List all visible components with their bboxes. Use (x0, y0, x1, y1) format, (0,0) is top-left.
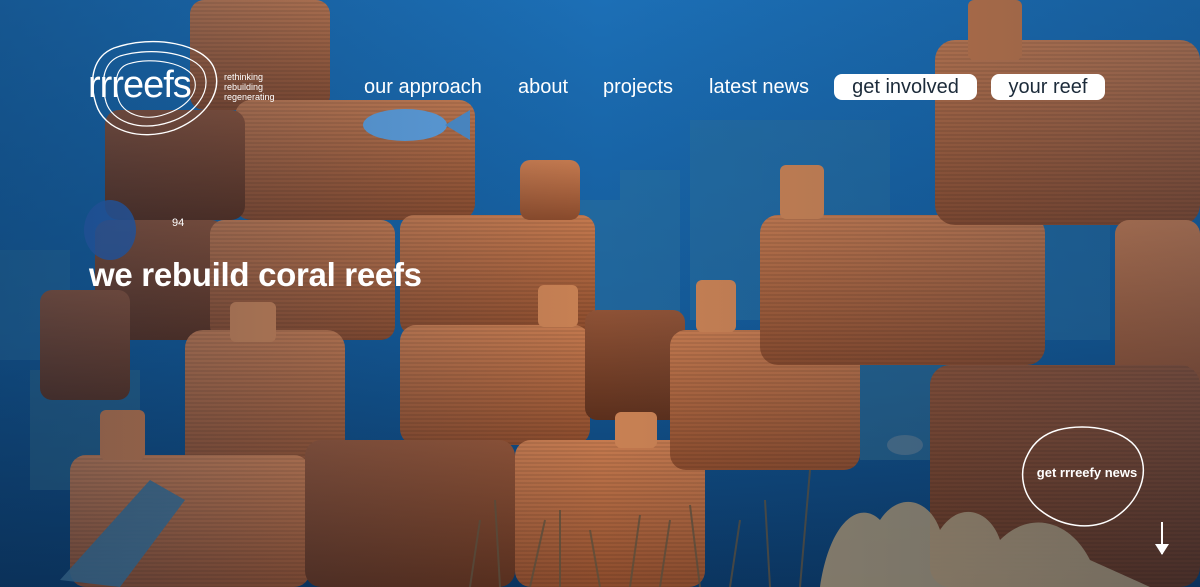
arrow-down-icon (1155, 522, 1169, 555)
tagline-line: rethinking (224, 72, 264, 82)
brand-wordmark: rrreefs (88, 64, 192, 106)
nav-link-latest-news[interactable]: latest news (709, 74, 809, 100)
hero-headline: we rebuild coral reefs (89, 256, 422, 293)
tagline-line: regenerating (224, 92, 275, 102)
your-reef-button[interactable]: your reef (991, 74, 1105, 100)
newsletter-label: get rrreefy news (1036, 465, 1138, 480)
newsletter-signup-button[interactable]: get rrreefy news (1018, 424, 1154, 530)
fish-tag-label: 94 (172, 217, 184, 229)
brand-logo[interactable]: rrreefs rethinking rebuilding regenerati… (84, 38, 284, 138)
nav-link-our-approach[interactable]: our approach (364, 74, 482, 100)
tagline-line: rebuilding (224, 82, 264, 92)
nav-link-about[interactable]: about (518, 74, 568, 100)
nav-link-projects[interactable]: projects (603, 74, 673, 100)
brand-tagline: rethinking rebuilding regenerating (224, 72, 275, 102)
get-involved-button[interactable]: get involved (834, 74, 977, 100)
scroll-down-button[interactable] (1152, 520, 1172, 558)
